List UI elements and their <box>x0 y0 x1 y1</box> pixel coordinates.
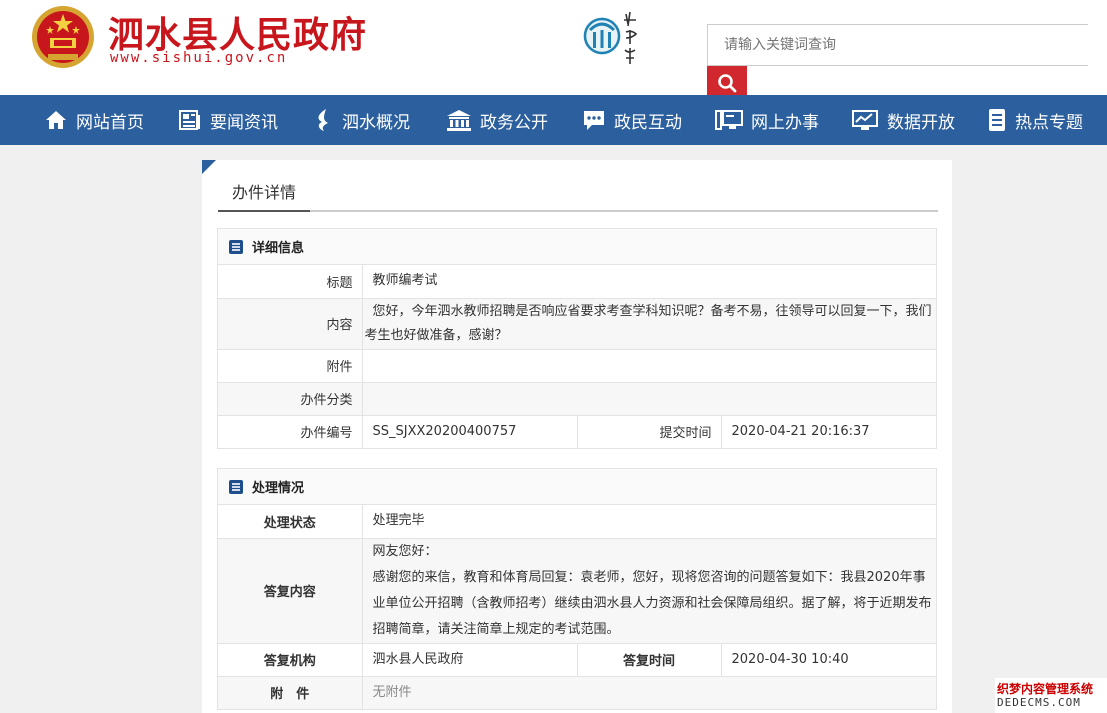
list-icon <box>229 479 243 494</box>
handling-table: 处理状态 处理完毕 答复内容 网友您好： 感谢您的来信，教育和体育局回复：袁老师… <box>218 505 936 709</box>
submit-time-value: 2020-04-21 20:16:37 <box>721 414 936 448</box>
nav-item-label: 要闻资讯 <box>210 112 278 133</box>
desktop-icon <box>715 110 743 130</box>
page-title-text: 办件详情 <box>218 180 311 212</box>
title-label: 标题 <box>218 265 363 298</box>
corner-decoration <box>202 160 216 174</box>
table-row: 标题 教师编考试 <box>218 265 936 298</box>
nav-item-label: 热点专题 <box>1015 112 1083 133</box>
reply-org-value: 泗水县人民政府 <box>362 642 578 676</box>
table-row: 答复内容 网友您好： 感谢您的来信，教育和体育局回复：袁老师，您好，现将您咨询的… <box>218 537 936 643</box>
table-row: 答复机构 泗水县人民政府 答复时间 2020-04-30 10:40 <box>218 642 936 676</box>
table-row: 办件编号 SS_SJXX20200400757 提交时间 2020-04-21 … <box>218 414 936 448</box>
reply-greeting: 网友您好： <box>372 543 438 559</box>
reply-body: 感谢您的来信，教育和体育局回复：袁老师，您好，现将您咨询的问题答复如下：我县20… <box>372 569 932 637</box>
document-icon <box>989 109 1005 131</box>
site-url: www.sishui.gov.cn <box>110 50 288 66</box>
detail-section: 详细信息 标题 教师编考试 内容 您好，今年泗水教师招聘是否响应省要求考查学科知… <box>217 228 937 449</box>
nav-item-label: 政民互动 <box>614 112 682 133</box>
watermark: 织梦内容管理系统 DEDECMS.COM <box>995 678 1107 713</box>
site-header: 泗水县人民政府 www.sishui.gov.cn <box>0 0 1107 95</box>
nav-item-interaction[interactable]: 政民互动 <box>582 95 682 145</box>
main-nav: 网站首页 要闻资讯 泗水概况 政务公开 政民互动 网上办事 数据开放 热点专题 <box>0 95 1107 145</box>
search-button[interactable] <box>707 66 747 95</box>
case-number-value: SS_SJXX20200400757 <box>362 414 578 448</box>
nav-item-label: 泗水概况 <box>342 112 410 133</box>
home-icon <box>46 111 66 129</box>
list-icon <box>229 239 243 254</box>
category-value <box>362 381 936 415</box>
nav-item-open-data[interactable]: 数据开放 <box>851 95 955 145</box>
page-title: 办件详情 <box>218 180 938 212</box>
nav-item-online-service[interactable]: 网上办事 <box>715 95 819 145</box>
category-label: 办件分类 <box>218 381 363 415</box>
case-number-label: 办件编号 <box>218 414 363 448</box>
nav-item-label: 数据开放 <box>887 112 955 133</box>
status-value: 处理完毕 <box>372 513 425 529</box>
table-row: 处理状态 处理完毕 <box>218 505 936 538</box>
nav-item-gov-affairs[interactable]: 政务公开 <box>446 95 548 145</box>
content-value: 您好，今年泗水教师招聘是否响应省要求考查学科知识呢？备考不易，往领导可以回复一下… <box>362 297 936 349</box>
search-icon <box>718 74 737 93</box>
handling-section-header: 处理情况 <box>218 469 936 505</box>
table-row: 办件分类 <box>218 381 936 415</box>
reply-content-value: 网友您好： 感谢您的来信，教育和体育局回复：袁老师，您好，现将您咨询的问题答复如… <box>362 537 936 643</box>
nav-item-label: 网上办事 <box>751 112 819 133</box>
detail-section-header: 详细信息 <box>218 229 936 265</box>
water-icon <box>318 109 328 131</box>
reply-org-label: 答复机构 <box>218 642 363 676</box>
national-emblem-logo[interactable] <box>30 4 96 70</box>
watermark-line-1: 织梦内容管理系统 <box>997 682 1094 696</box>
submit-time-label: 提交时间 <box>577 414 722 448</box>
nav-item-label: 政务公开 <box>480 112 548 133</box>
table-row: 附件 <box>218 348 936 382</box>
nav-item-label: 网站首页 <box>76 112 144 133</box>
reply-attachment-label: 附 件 <box>218 675 363 709</box>
watermark-line-2: DEDECMS.COM <box>997 696 1081 709</box>
attachment-label: 附件 <box>218 348 363 382</box>
chat-icon <box>584 111 604 130</box>
table-row: 内容 您好，今年泗水教师招聘是否响应省要求考查学科知识呢？备考不易，往领导可以回… <box>218 297 936 349</box>
reply-time-label: 答复时间 <box>577 642 722 676</box>
search-input[interactable] <box>707 24 1088 66</box>
nav-item-home[interactable]: 网站首页 <box>44 95 144 145</box>
attachment-value <box>362 348 936 382</box>
handling-section: 处理情况 处理状态 处理完毕 答复内容 网友您好： 感谢您的来信，教育和体育局回… <box>217 468 937 710</box>
nav-item-news[interactable]: 要闻资讯 <box>178 95 278 145</box>
status-label: 处理状态 <box>218 505 363 538</box>
detail-section-title: 详细信息 <box>252 241 305 256</box>
reply-attachment-value: 无附件 <box>362 675 936 709</box>
content-panel: 办件详情 详细信息 标题 教师编考试 内容 您好，今年泗水教师招聘是否响应省要求… <box>202 160 952 713</box>
news-icon <box>179 110 200 130</box>
content-label: 内容 <box>218 297 363 349</box>
reply-time-value: 2020-04-30 10:40 <box>721 642 936 676</box>
chart-icon <box>852 110 878 130</box>
reply-content-label: 答复内容 <box>218 537 363 643</box>
nav-item-topics[interactable]: 热点专题 <box>987 95 1083 145</box>
detail-table: 标题 教师编考试 内容 您好，今年泗水教师招聘是否响应省要求考查学科知识呢？备考… <box>218 265 936 448</box>
title-value: 教师编考试 <box>372 273 438 289</box>
building-icon <box>447 110 471 131</box>
nav-item-overview[interactable]: 泗水概况 <box>314 95 410 145</box>
handling-section-title: 处理情况 <box>252 481 305 496</box>
table-row: 附 件 无附件 <box>218 675 936 709</box>
china-water-emblem-logo <box>583 11 638 64</box>
